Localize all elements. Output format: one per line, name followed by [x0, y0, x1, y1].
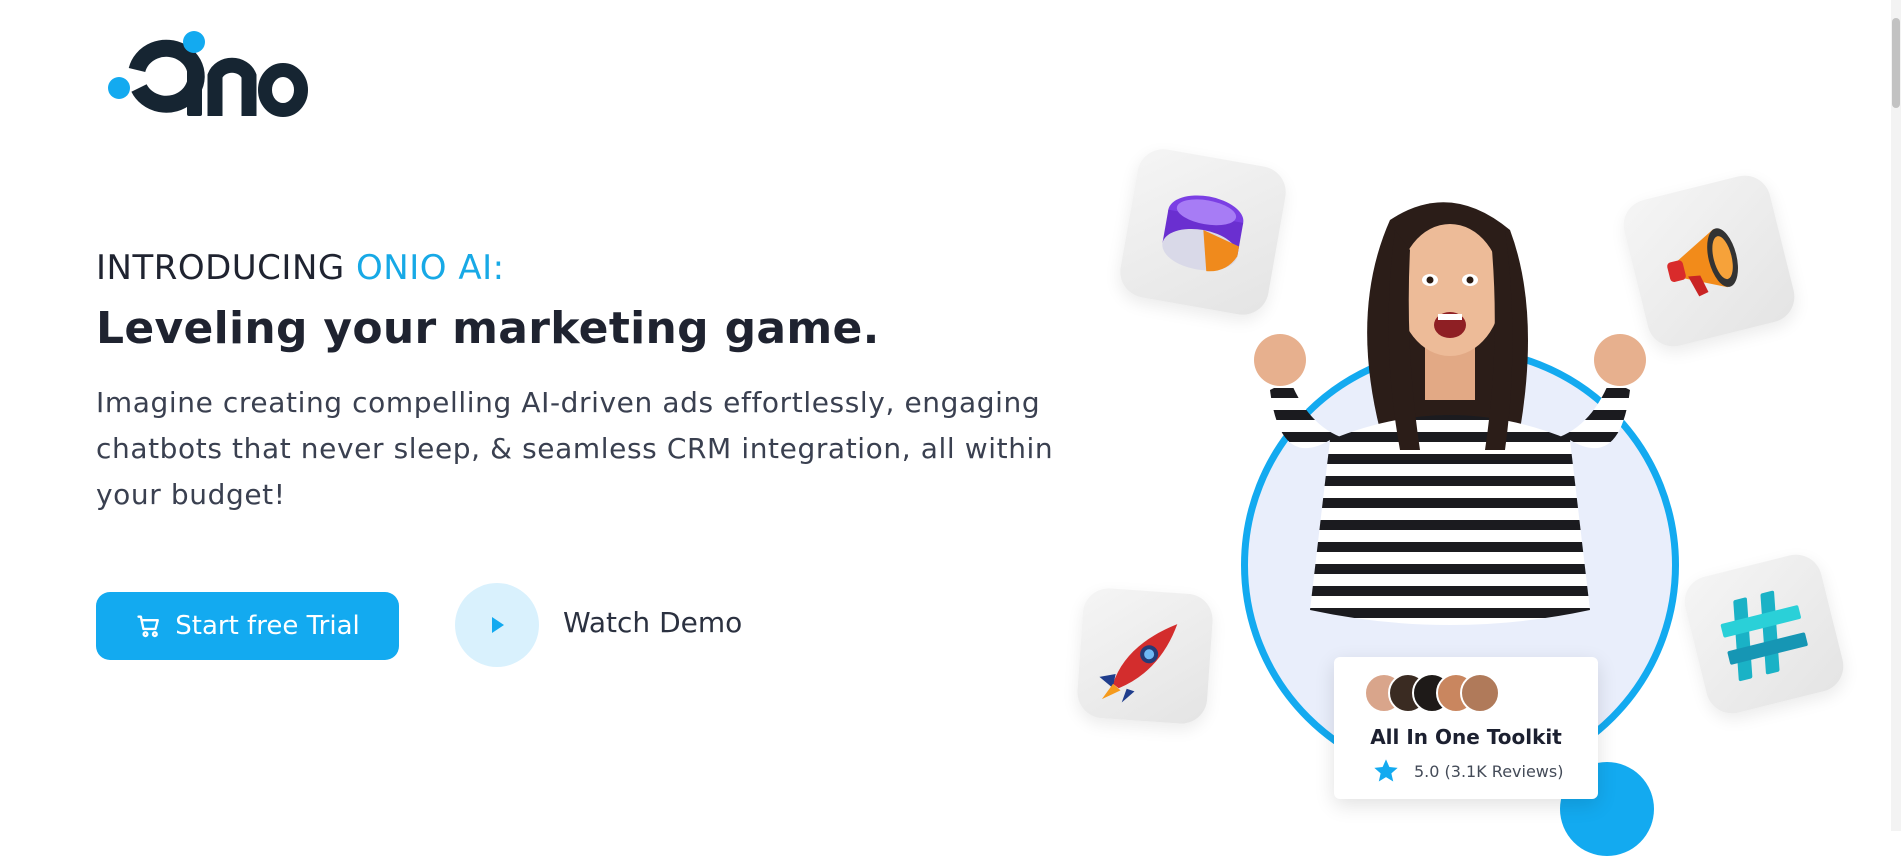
- hero-description: Imagine creating compelling AI-driven ad…: [96, 386, 1054, 511]
- scrollbar-thumb[interactable]: [1892, 18, 1900, 108]
- toolkit-rating: 5.0 (3.1K Reviews): [1372, 757, 1563, 785]
- rocket-icon: [1099, 624, 1178, 703]
- toolkit-rating-card: All In One Toolkit 5.0 (3.1K Reviews): [1334, 657, 1598, 799]
- hero-intro: INTRODUCING ONIO AI:: [96, 248, 505, 288]
- watch-demo-play-button[interactable]: [455, 583, 539, 667]
- play-icon: [492, 617, 504, 633]
- hashtag-tile: [1679, 549, 1849, 719]
- onio-logo[interactable]: [105, 28, 315, 118]
- start-free-trial-button[interactable]: Start free Trial: [96, 592, 399, 660]
- watch-demo-link[interactable]: Watch Demo: [563, 606, 742, 639]
- start-free-trial-label: Start free Trial: [175, 611, 360, 641]
- hero-headline: Leveling your marketing game.: [96, 303, 880, 354]
- avatar: [1460, 673, 1500, 713]
- star-icon: [1374, 759, 1398, 782]
- intro-accent: ONIO AI:: [356, 248, 505, 288]
- rating-text: 5.0 (3.1K Reviews): [1414, 761, 1564, 781]
- intro-prefix: INTRODUCING: [96, 248, 357, 288]
- scrollbar[interactable]: [1891, 0, 1901, 831]
- rocket-tile: [1075, 586, 1215, 726]
- hashtag-icon: [1720, 590, 1808, 682]
- toolkit-title: All In One Toolkit: [1370, 725, 1562, 749]
- cart-icon: [137, 615, 160, 638]
- smiling-woman-image: [1254, 202, 1646, 625]
